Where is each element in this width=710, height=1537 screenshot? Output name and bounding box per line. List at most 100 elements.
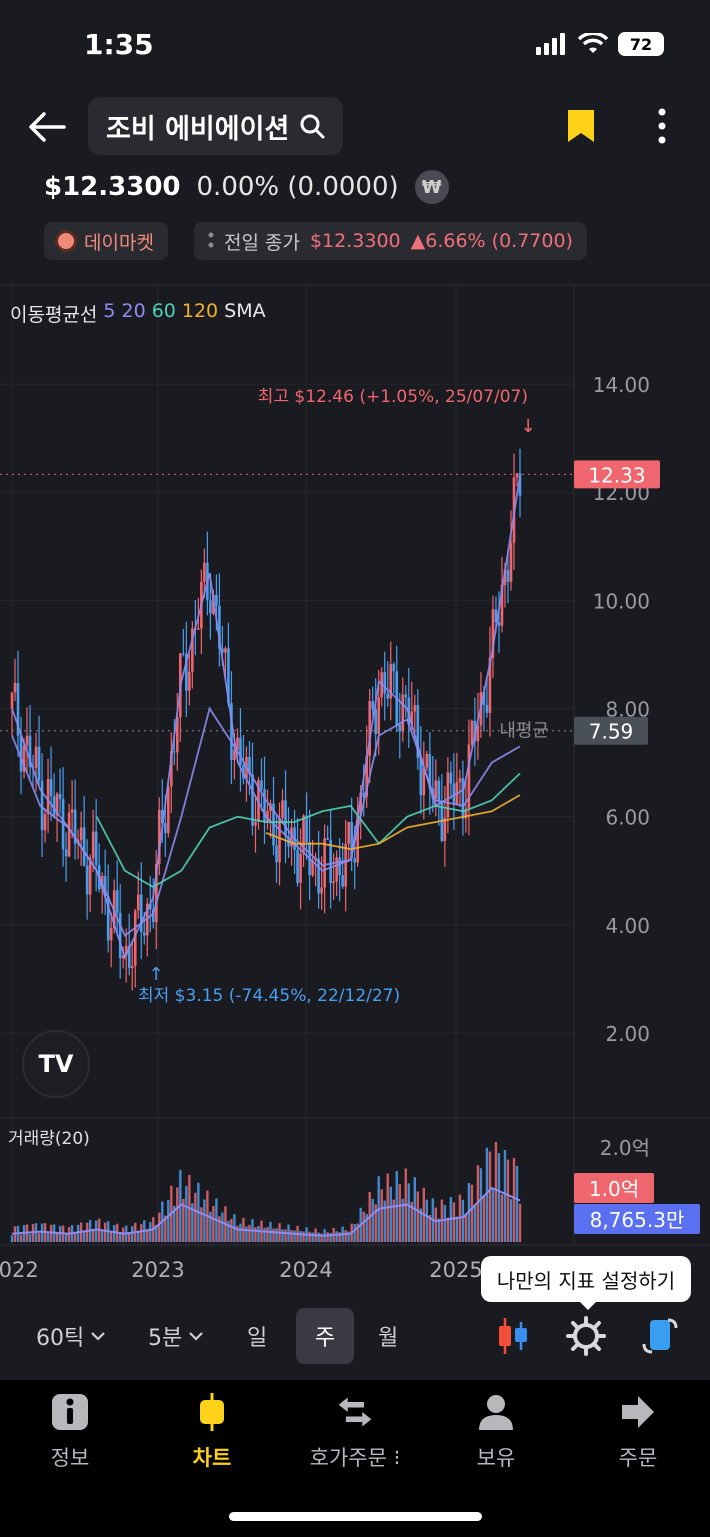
indicator-settings-button[interactable] [566,1316,606,1360]
volume-bar [293,1230,296,1242]
nav-orderbook[interactable]: 호가주문 ⁝ [300,1392,410,1472]
volume-bar [46,1233,50,1242]
candle-body [130,965,134,969]
candle-body [70,809,74,813]
volume-bar [344,1230,347,1242]
minute-interval-label: 5분 [148,1326,183,1351]
price-axis-tick: 14.00 [593,373,650,397]
candle-body [136,894,140,911]
candle-body [320,887,323,894]
swap-chart-icon [642,1318,678,1354]
volume-bar [85,1222,89,1242]
nav-info[interactable]: 정보 [15,1392,125,1472]
ma-legend-label: 이동평균선 [10,304,98,326]
volume-bar [10,1235,14,1242]
ma-legend-60: 60 [151,300,176,322]
nav-info-label: 정보 [50,1446,90,1470]
price-axis-tick: 10.00 [593,589,650,613]
candle-body [401,694,405,732]
x-axis-year-label: 2024 [279,1258,332,1282]
nav-chart-label: 차트 [192,1446,232,1470]
candle-body [404,694,408,698]
volume-bar [500,1194,504,1242]
period-week-button[interactable]: 주 [296,1308,354,1364]
candle-body [109,928,113,941]
tradingview-logo[interactable]: TV [22,1030,90,1098]
volume-bar [82,1231,86,1242]
chart-switch-button[interactable] [640,1316,680,1360]
candle-body [374,709,378,734]
volume-bar [122,1227,125,1242]
ma-legend-5: 5 [103,300,116,322]
low-arrow: ↑ [148,964,163,985]
volume-bar [470,1184,474,1242]
volume-bar [176,1187,179,1242]
volume-bar [512,1157,516,1242]
candle-body [335,857,338,882]
nav-order[interactable]: 주문 [583,1392,693,1472]
price-chart[interactable]: 14.0012.0010.008.006.004.002.0012.337.59… [0,0,710,1300]
volume-label: 거래량(20) [8,1129,90,1149]
volume-bar [362,1211,365,1242]
candle-body [182,653,185,655]
price-axis-tick: 6.00 [605,806,650,830]
candle-body [425,754,429,768]
indicator-settings-tooltip[interactable]: 나만의 지표 설정하기 [481,1256,691,1310]
candle-body [79,827,83,841]
candle-body [91,831,95,859]
candle-body [46,778,50,815]
volume-bar [311,1232,314,1242]
candle-body [203,562,206,582]
candle-body [13,682,17,693]
candle-body [49,778,53,797]
candle-body [383,672,387,694]
candle-body [332,881,335,884]
chevron-down-icon [91,1332,106,1341]
volume-bar [230,1218,233,1242]
volume-bar [257,1225,260,1242]
candle-body [449,772,453,784]
volume-bar [109,1231,113,1242]
volume-bar [425,1199,429,1242]
candle-body [254,821,257,826]
price-axis-tick: 4.00 [605,914,650,938]
candle-body [434,780,438,799]
ma-legend-120: 120 [181,300,219,322]
minute-interval-dropdown[interactable]: 5분 [148,1320,204,1352]
average-price-annotation: 내평균 [499,721,549,742]
chart-type-button[interactable] [496,1316,530,1360]
swap-icon [335,1392,375,1432]
volume-bar [488,1151,492,1242]
volume-bar [113,1225,116,1242]
volume-bar [245,1226,248,1242]
volume-bar [281,1229,284,1242]
volume-ma-tag-label: 8,765.3만 [590,1208,685,1232]
candle-body [437,780,441,801]
candle-body [82,827,86,866]
tick-interval-dropdown[interactable]: 60틱 [36,1320,106,1352]
candle-body [458,778,462,782]
volume-bar [167,1199,170,1242]
candlestick-icon [499,1318,527,1354]
volume-bar [55,1233,59,1242]
volume-bar [380,1189,383,1242]
period-month-button[interactable]: 월 [378,1320,398,1352]
volume-bar [515,1166,519,1242]
candle-body [85,865,89,895]
candle-body [299,853,302,883]
candle-body [485,704,489,713]
nav-chart[interactable]: 차트 [157,1392,267,1472]
person-icon [476,1392,516,1432]
candle-body [260,780,263,790]
candle-body [275,845,278,863]
volume-bar [518,1203,522,1242]
ma-legend[interactable]: 이동평균선 5 20 60 120 SMA [10,300,266,327]
candle-body [347,822,350,844]
volume-bar [299,1230,302,1242]
candle-body [386,693,390,699]
nav-holdings[interactable]: 보유 [441,1392,551,1472]
volume-bar [452,1202,456,1242]
period-day-button[interactable]: 일 [247,1320,267,1352]
nav-orderbook-label: 호가주문 ⁝ [309,1446,401,1470]
candle-body [413,705,417,712]
